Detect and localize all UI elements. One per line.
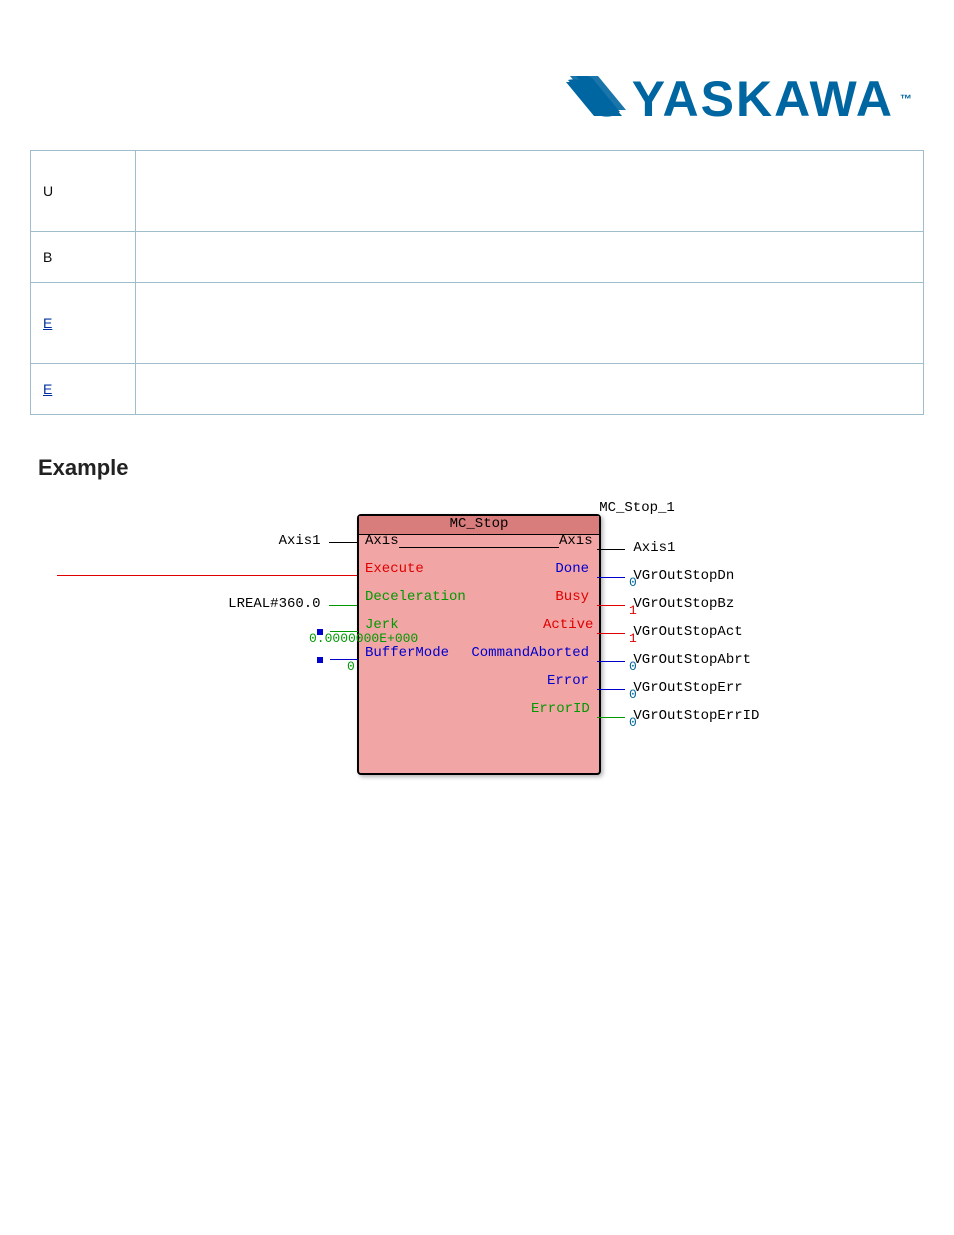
dot-icon [317, 657, 323, 663]
yaskawa-logo: YASKAWA ™ [566, 70, 914, 128]
output-axis: Axis1 [597, 541, 675, 558]
output-abort-ext: VGrOutStopAbrt [633, 653, 751, 668]
output-busy: VGrOutStopBz [597, 597, 734, 614]
row3-value [136, 283, 924, 364]
output-error-ext: VGrOutStopErr [633, 681, 742, 696]
output-abort: VGrOutStopAbrt [597, 653, 751, 670]
yaskawa-mark-icon [566, 76, 626, 122]
output-done-value: 0 [629, 576, 637, 590]
output-errid-label: ErrorID [531, 702, 589, 717]
row4-label[interactable]: E [43, 381, 52, 397]
output-busy-label: Busy [551, 590, 589, 605]
input-bmode-value: 0 [347, 660, 355, 674]
input-bmode-label: BufferMode [365, 646, 449, 661]
output-axis-label: Axis [559, 534, 589, 549]
logo-text: YASKAWA [632, 70, 894, 128]
output-done-label: Done [551, 562, 589, 577]
input-execute [57, 569, 357, 584]
row1-value [136, 151, 924, 232]
output-done: VGrOutStopDn [597, 569, 734, 586]
output-busy-value: 1 [629, 604, 637, 618]
output-active-value: 1 [629, 632, 637, 646]
section-title: Example [38, 455, 924, 481]
input-axis-ext: Axis1 [279, 534, 321, 549]
output-errid-value: 0 [629, 716, 637, 730]
axis-through-line [399, 547, 559, 548]
output-abort-label: CommandAborted [455, 646, 589, 661]
output-done-ext: VGrOutStopDn [633, 569, 734, 584]
table-row: E [31, 283, 924, 364]
table-row: B [31, 232, 924, 283]
row3-label[interactable]: E [43, 315, 52, 331]
input-deceleration: LREAL#360.0 [197, 597, 357, 614]
row4-value [136, 364, 924, 415]
info-table: U B E E [30, 150, 924, 415]
function-block-diagram: MC_Stop_1 MC_Stop Axis1 Axis [30, 501, 924, 774]
page: YASKAWA™ U B E E Example MC_Stop_1 [0, 0, 954, 1235]
input-axis-label: Axis [365, 534, 399, 549]
input-decel-label: Deceleration [365, 590, 466, 605]
output-active-ext: VGrOutStopAct [633, 625, 742, 640]
input-decel-ext: LREAL#360.0 [228, 597, 320, 612]
row2-value [136, 232, 924, 283]
input-axis: Axis1 [197, 534, 357, 551]
output-axis-ext: Axis1 [633, 541, 675, 556]
output-active-label: Active [543, 618, 589, 633]
output-abort-value: 0 [629, 660, 637, 674]
output-busy-ext: VGrOutStopBz [633, 597, 734, 612]
row2-label: B [31, 232, 136, 283]
row1-label: U [31, 151, 136, 232]
output-errid: VGrOutStopErrID [597, 709, 759, 726]
input-execute-label: Execute [365, 562, 424, 577]
table-row: U [31, 151, 924, 232]
output-error: VGrOutStopErr [597, 681, 743, 698]
output-error-label: Error [547, 674, 589, 689]
fb-type-name: MC_Stop [359, 516, 599, 534]
output-errid-ext: VGrOutStopErrID [633, 709, 759, 724]
output-error-value: 0 [629, 688, 637, 702]
table-row: E [31, 364, 924, 415]
output-active: VGrOutStopAct [597, 625, 743, 642]
logo-trademark: ™ [900, 92, 914, 106]
